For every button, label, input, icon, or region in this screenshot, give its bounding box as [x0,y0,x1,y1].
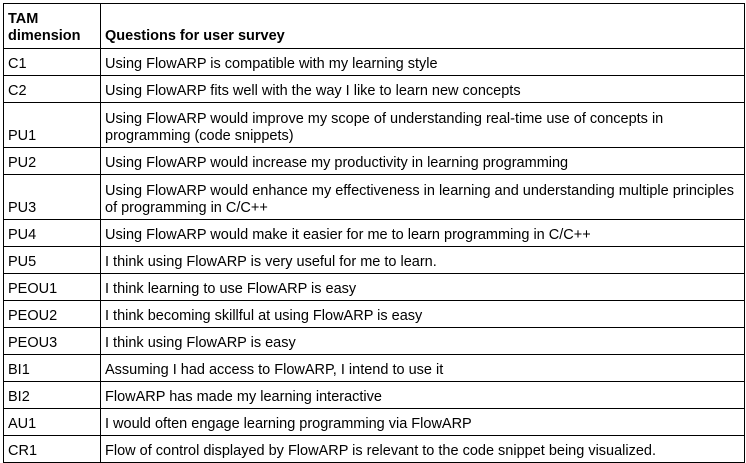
question-cell: FlowARP has made my learning interactive [100,381,745,409]
table-row: AU1 I would often engage learning progra… [3,408,745,436]
question-cell: Using FlowARP fits well with the way I l… [100,75,745,103]
survey-table-container: TAM dimension Questions for user survey … [3,3,745,463]
dimension-cell: PU3 [3,174,101,220]
dimension-cell: AU1 [3,408,101,436]
table-row: PU4 Using FlowARP would make it easier f… [3,219,745,247]
question-cell: Using FlowARP would enhance my effective… [100,174,745,220]
tam-survey-table: TAM dimension Questions for user survey … [3,3,745,463]
question-cell: I think becoming skillful at using FlowA… [100,300,745,328]
question-cell: I think using FlowARP is easy [100,327,745,355]
table-row: PU5 I think using FlowARP is very useful… [3,246,745,274]
dimension-cell: PU2 [3,147,101,175]
question-cell: Using FlowARP is compatible with my lear… [100,48,745,76]
header-tam-dimension: TAM dimension [3,3,101,49]
dimension-cell: PU1 [3,102,101,148]
table-header-row: TAM dimension Questions for user survey [3,3,745,49]
table-row: PEOU2 I think becoming skillful at using… [3,300,745,328]
table-row: PU1 Using FlowARP would improve my scope… [3,102,745,148]
question-cell: Using FlowARP would increase my producti… [100,147,745,175]
table-row: BI1 Assuming I had access to FlowARP, I … [3,354,745,382]
table-row: BI2 FlowARP has made my learning interac… [3,381,745,409]
table-row: PEOU1 I think learning to use FlowARP is… [3,273,745,301]
question-cell: I think learning to use FlowARP is easy [100,273,745,301]
question-cell: Assuming I had access to FlowARP, I inte… [100,354,745,382]
question-cell: Using FlowARP would make it easier for m… [100,219,745,247]
dimension-cell: BI1 [3,354,101,382]
question-cell: Using FlowARP would improve my scope of … [100,102,745,148]
dimension-cell: C2 [3,75,101,103]
dimension-cell: PEOU3 [3,327,101,355]
table-row: PEOU3 I think using FlowARP is easy [3,327,745,355]
table-row: C1 Using FlowARP is compatible with my l… [3,48,745,76]
dimension-cell: C1 [3,48,101,76]
dimension-cell: PEOU1 [3,273,101,301]
dimension-cell: BI2 [3,381,101,409]
table-row: PU3 Using FlowARP would enhance my effec… [3,174,745,220]
question-cell: I would often engage learning programmin… [100,408,745,436]
dimension-cell: PU4 [3,219,101,247]
table-row: PU2 Using FlowARP would increase my prod… [3,147,745,175]
header-survey-questions: Questions for user survey [100,3,745,49]
table-row: C2 Using FlowARP fits well with the way … [3,75,745,103]
dimension-cell: PEOU2 [3,300,101,328]
question-cell: I think using FlowARP is very useful for… [100,246,745,274]
dimension-cell: PU5 [3,246,101,274]
